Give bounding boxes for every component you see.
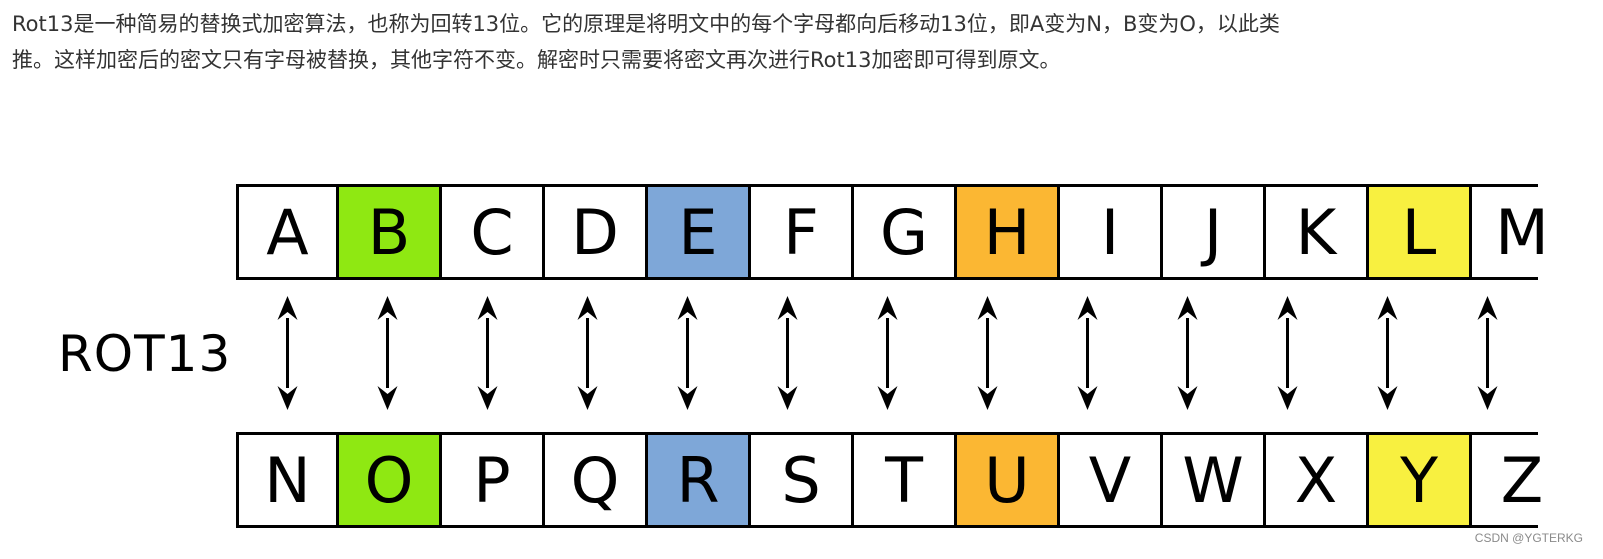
double-arrow-icon	[1277, 296, 1298, 410]
double-arrow-icon	[777, 296, 798, 410]
watermark: CSDN @YGTERKG	[1474, 531, 1583, 545]
letter-cell-y: Y	[1366, 435, 1469, 525]
double-arrow-icon	[877, 296, 898, 410]
letter-cell-t: T	[851, 435, 954, 525]
letter-cell-s: S	[748, 435, 851, 525]
double-arrow-icon	[1477, 296, 1498, 410]
letter-cell-p: P	[439, 435, 542, 525]
rot13-diagram: ABCDEFGHIJKLM ROT13 NOPQRSTUVWXYZ	[0, 0, 1603, 559]
letter-cell-o: O	[336, 435, 439, 525]
letter-cell-q: Q	[542, 435, 645, 525]
double-arrow-icon	[1077, 296, 1098, 410]
double-arrow-icon	[377, 296, 398, 410]
ciphertext-letter-row: NOPQRSTUVWXYZ	[236, 432, 1572, 528]
double-arrow-icon	[477, 296, 498, 410]
double-arrow-icon	[1377, 296, 1398, 410]
double-arrow-icon	[977, 296, 998, 410]
letter-cell-u: U	[954, 435, 1057, 525]
letter-cell-v: V	[1057, 435, 1160, 525]
letter-cell-w: W	[1160, 435, 1263, 525]
double-arrow-icon	[1177, 296, 1198, 410]
letter-cell-r: R	[645, 435, 748, 525]
letter-cell-n: N	[236, 435, 336, 525]
double-arrow-icon	[577, 296, 598, 410]
letter-cell-z: Z	[1469, 435, 1572, 525]
letter-cell-x: X	[1263, 435, 1366, 525]
double-arrow-icon	[677, 296, 698, 410]
double-arrow-icon	[277, 296, 298, 410]
